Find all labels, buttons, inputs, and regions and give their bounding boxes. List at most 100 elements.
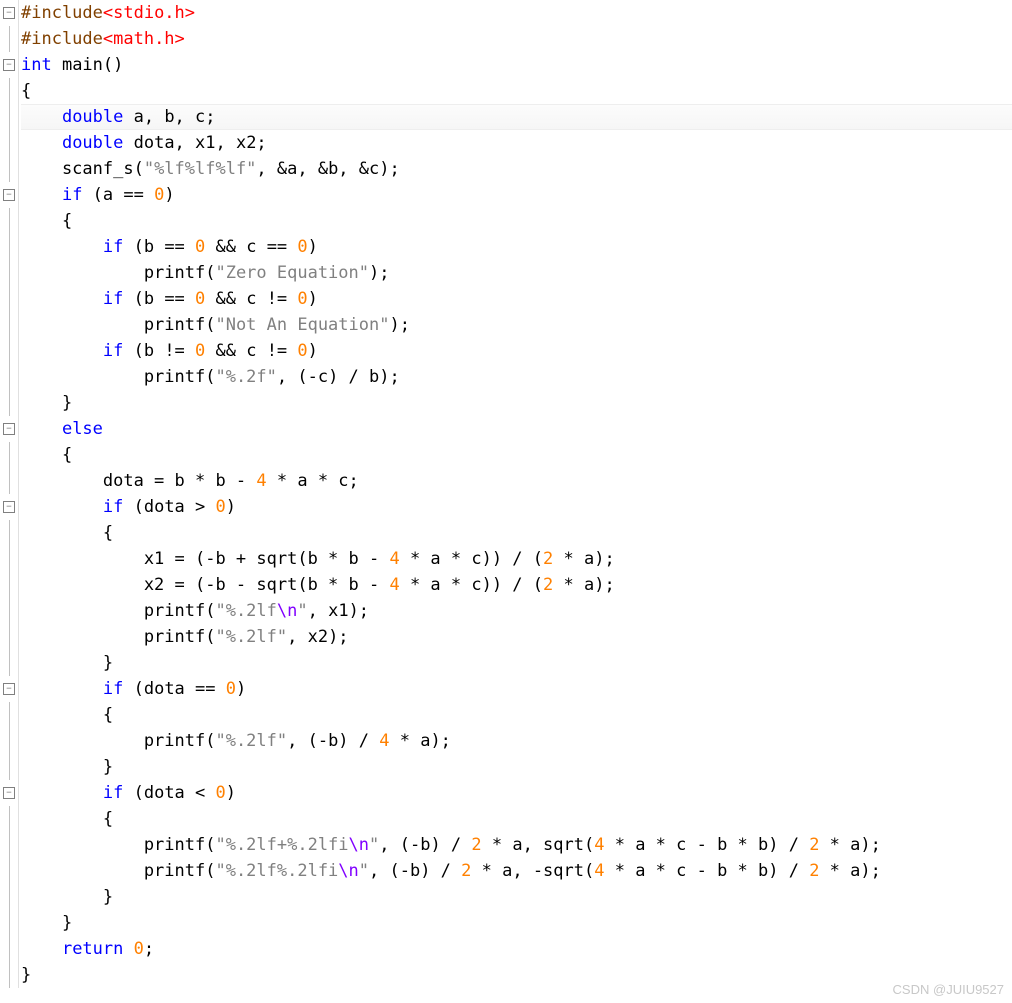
gutter-cell: − [0,494,18,520]
gutter-cell [0,26,18,52]
fold-tree-line [9,468,10,494]
fold-tree-line [9,702,10,728]
fold-tree-line [9,520,10,546]
gutter-cell [0,312,18,338]
code-line[interactable]: int main() [21,52,1012,78]
gutter-cell [0,884,18,910]
code-line[interactable]: printf("%.2lf", (-b) / 4 * a); [21,728,1012,754]
code-line[interactable]: x1 = (-b + sqrt(b * b - 4 * a * c)) / (2… [21,546,1012,572]
gutter-cell [0,468,18,494]
gutter-cell: − [0,182,18,208]
code-line[interactable]: if (b != 0 && c != 0) [21,338,1012,364]
code-line[interactable]: { [21,806,1012,832]
code-line[interactable]: printf("%.2lf\n", x1); [21,598,1012,624]
code-line[interactable]: if (a == 0) [21,182,1012,208]
code-line[interactable]: } [21,884,1012,910]
fold-toggle-icon[interactable]: − [3,423,15,435]
gutter-cell: − [0,416,18,442]
fold-tree-line [9,260,10,286]
fold-tree-line [9,572,10,598]
code-line[interactable]: { [21,702,1012,728]
fold-tree-line [9,208,10,234]
code-line[interactable]: double a, b, c; [21,104,1012,130]
fold-tree-line [9,104,10,130]
fold-tree-line [9,156,10,182]
code-line[interactable]: { [21,520,1012,546]
code-line[interactable]: printf("%.2lf%.2lfi\n", (-b) / 2 * a, -s… [21,858,1012,884]
gutter-cell [0,806,18,832]
fold-toggle-icon[interactable]: − [3,787,15,799]
code-line[interactable]: } [21,754,1012,780]
code-area: #include<stdio.h>#include<math.h>int mai… [19,0,1012,988]
code-line[interactable]: { [21,442,1012,468]
gutter-cell: − [0,52,18,78]
code-line[interactable]: if (b == 0 && c == 0) [21,234,1012,260]
fold-toggle-icon[interactable]: − [3,501,15,513]
code-line[interactable]: x2 = (-b - sqrt(b * b - 4 * a * c)) / (2… [21,572,1012,598]
code-line[interactable]: dota = b * b - 4 * a * c; [21,468,1012,494]
code-line[interactable]: double dota, x1, x2; [21,130,1012,156]
code-line[interactable]: #include<math.h> [21,26,1012,52]
gutter-cell [0,572,18,598]
gutter-cell [0,234,18,260]
code-editor: − − − − − − − #include<stdio.h>#include<math.h… [0,0,1012,988]
fold-tree-line [9,338,10,364]
fold-toggle-icon[interactable]: − [3,683,15,695]
gutter-cell [0,208,18,234]
code-line[interactable]: else [21,416,1012,442]
gutter-cell: − [0,780,18,806]
code-line[interactable]: printf("%.2lf+%.2lfi\n", (-b) / 2 * a, s… [21,832,1012,858]
gutter-cell [0,260,18,286]
fold-gutter: − − − − − − − [0,0,19,988]
gutter-cell [0,858,18,884]
code-line[interactable]: #include<stdio.h> [21,0,1012,26]
gutter-cell [0,624,18,650]
gutter-cell [0,936,18,962]
fold-toggle-icon[interactable]: − [3,7,15,19]
code-line[interactable]: printf("%.2lf", x2); [21,624,1012,650]
gutter-cell: − [0,0,18,26]
gutter-cell [0,338,18,364]
fold-tree-line [9,832,10,858]
fold-tree-line [9,546,10,572]
fold-tree-line [9,754,10,780]
gutter-cell [0,728,18,754]
fold-tree-line [9,26,10,52]
code-line[interactable]: } [21,390,1012,416]
code-line[interactable]: if (dota == 0) [21,676,1012,702]
code-line[interactable]: printf("Zero Equation"); [21,260,1012,286]
fold-toggle-icon[interactable]: − [3,189,15,201]
fold-tree-line [9,728,10,754]
gutter-cell [0,754,18,780]
gutter-cell: − [0,676,18,702]
gutter-cell [0,364,18,390]
gutter-cell [0,286,18,312]
fold-tree-line [9,364,10,390]
code-line[interactable]: printf("%.2f", (-c) / b); [21,364,1012,390]
gutter-cell [0,442,18,468]
code-line[interactable]: if (dota < 0) [21,780,1012,806]
fold-tree-line [9,234,10,260]
fold-tree-line [9,442,10,468]
fold-tree-line [9,286,10,312]
code-line[interactable]: return 0; [21,936,1012,962]
code-line[interactable]: scanf_s("%lf%lf%lf", &a, &b, &c); [21,156,1012,182]
gutter-cell [0,832,18,858]
code-line[interactable]: { [21,208,1012,234]
fold-tree-line [9,936,10,962]
fold-tree-line [9,962,10,988]
fold-toggle-icon[interactable]: − [3,59,15,71]
gutter-cell [0,598,18,624]
code-line[interactable]: } [21,962,1012,988]
gutter-cell [0,78,18,104]
fold-tree-line [9,884,10,910]
code-line[interactable]: } [21,650,1012,676]
gutter-cell [0,702,18,728]
code-line[interactable]: { [21,78,1012,104]
gutter-cell [0,650,18,676]
code-line[interactable]: printf("Not An Equation"); [21,312,1012,338]
watermark: CSDN @JUIU9527 [893,982,1004,997]
code-line[interactable]: } [21,910,1012,936]
code-line[interactable]: if (dota > 0) [21,494,1012,520]
code-line[interactable]: if (b == 0 && c != 0) [21,286,1012,312]
